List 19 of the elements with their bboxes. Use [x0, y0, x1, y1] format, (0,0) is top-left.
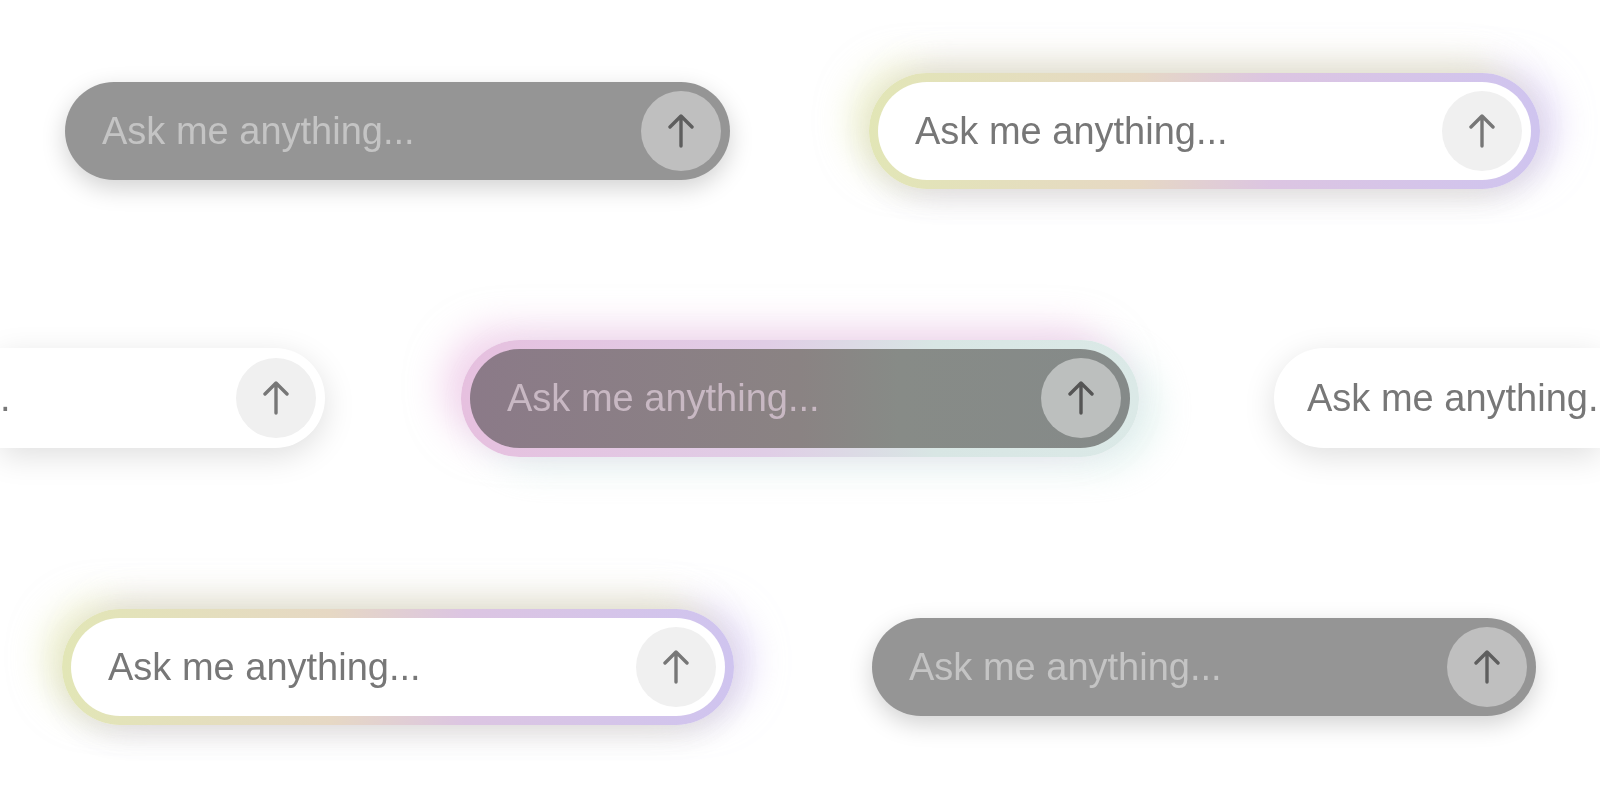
message-input[interactable]: Ask me anything. [1307, 375, 1600, 421]
arrow-up-icon [263, 381, 289, 415]
arrow-up-icon [663, 650, 689, 684]
message-input[interactable]: . [0, 375, 236, 421]
message-input[interactable]: Ask me anything... [507, 375, 1041, 421]
chat-input-field[interactable]: . [0, 348, 325, 448]
send-button[interactable] [236, 358, 316, 438]
arrow-up-icon [1469, 114, 1495, 148]
send-button[interactable] [1447, 627, 1527, 707]
arrow-up-icon [1068, 381, 1094, 415]
send-button[interactable] [1041, 358, 1121, 438]
send-button[interactable] [641, 91, 721, 171]
message-input[interactable]: Ask me anything... [108, 644, 636, 690]
message-input[interactable]: Ask me anything... [915, 108, 1442, 154]
send-button[interactable] [636, 627, 716, 707]
send-button[interactable] [1442, 91, 1522, 171]
chat-input-field[interactable]: Ask me anything. [1274, 348, 1600, 448]
arrow-up-icon [1474, 650, 1500, 684]
arrow-up-icon [668, 114, 694, 148]
